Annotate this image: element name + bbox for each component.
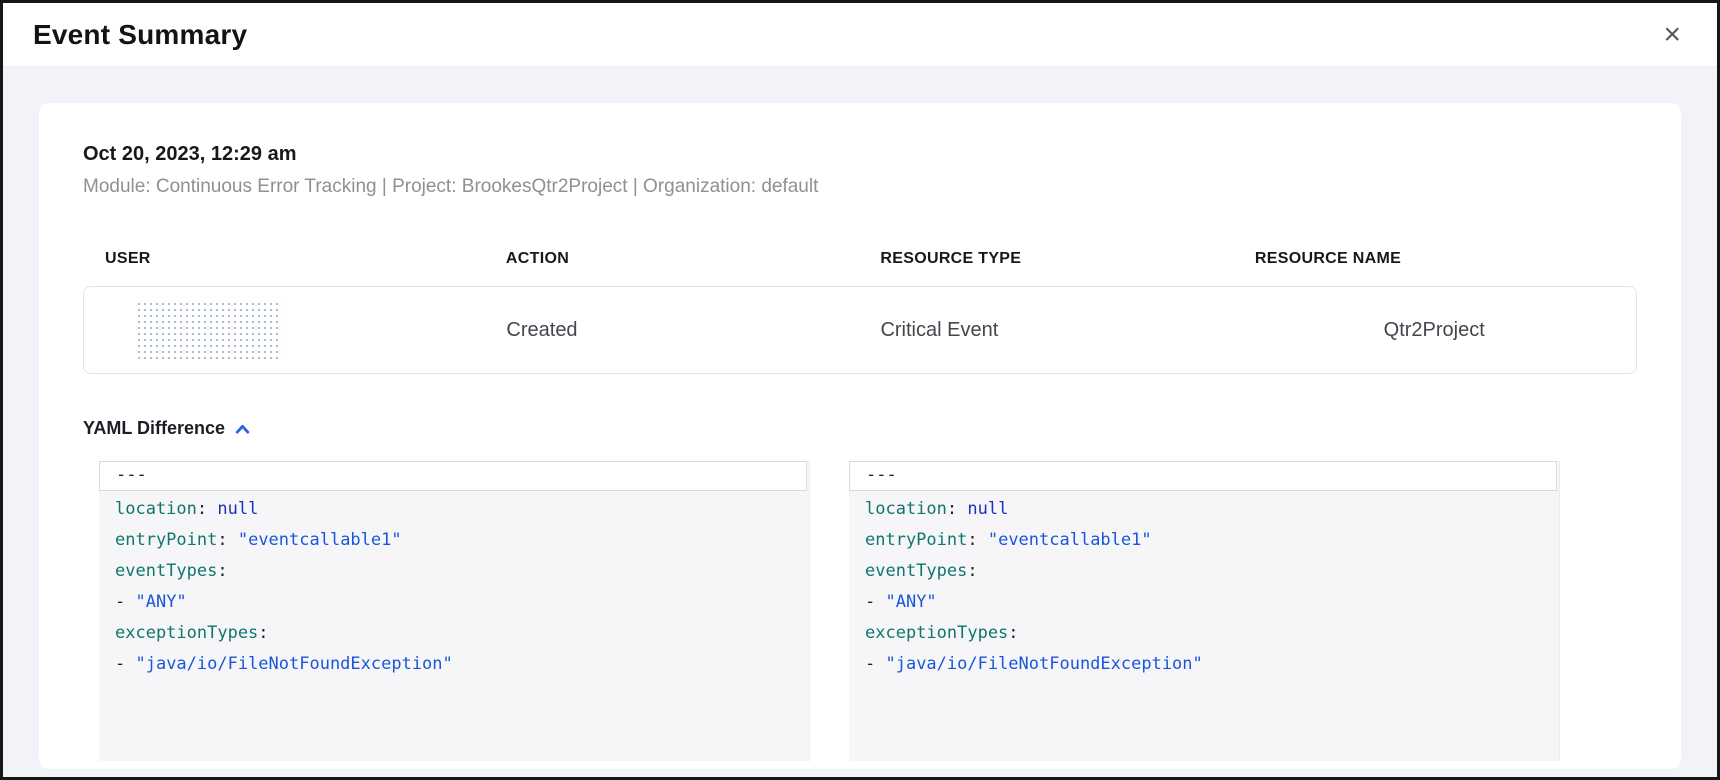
yaml-difference-label: YAML Difference: [83, 418, 225, 439]
modal-body: Oct 20, 2023, 12:29 am Module: Continuou…: [3, 67, 1717, 777]
column-header-action: ACTION: [484, 250, 859, 268]
vertical-scrollbar[interactable]: [1559, 461, 1581, 761]
vertical-scrollbar[interactable]: [809, 461, 831, 761]
cell-resource-name: Qtr2Project: [1232, 319, 1636, 342]
event-card: Oct 20, 2023, 12:29 am Module: Continuou…: [39, 103, 1681, 769]
page-title: Event Summary: [33, 19, 247, 51]
yaml-code-right: ---location: nullentryPoint: "eventcalla…: [849, 461, 1581, 680]
event-timestamp: Oct 20, 2023, 12:29 am: [83, 143, 1637, 166]
yaml-code-left: ---location: nullentryPoint: "eventcalla…: [99, 461, 831, 680]
column-header-user: USER: [83, 250, 484, 268]
cell-user: [84, 301, 484, 359]
cell-resource-type: Critical Event: [858, 319, 1232, 342]
yaml-difference-toggle[interactable]: YAML Difference: [83, 418, 251, 439]
chevron-up-icon[interactable]: [234, 421, 251, 438]
column-header-resource-name: RESOURCE NAME: [1233, 250, 1637, 268]
event-summary-modal: Event Summary × Oct 20, 2023, 12:29 am M…: [0, 0, 1720, 780]
table-header-row: USER ACTION RESOURCE TYPE RESOURCE NAME: [83, 250, 1637, 268]
cell-action: Created: [484, 319, 858, 342]
yaml-pane-left: ---location: nullentryPoint: "eventcalla…: [99, 461, 831, 761]
modal-header: Event Summary ×: [3, 3, 1717, 67]
table-row: Created Critical Event Qtr2Project: [83, 286, 1637, 374]
redacted-user-avatar: [136, 301, 282, 359]
event-meta: Module: Continuous Error Tracking | Proj…: [83, 176, 1637, 198]
column-header-resource-type: RESOURCE TYPE: [858, 250, 1233, 268]
close-icon[interactable]: ×: [1657, 18, 1687, 52]
yaml-diff-panes: ---location: nullentryPoint: "eventcalla…: [99, 461, 1581, 761]
yaml-pane-right: ---location: nullentryPoint: "eventcalla…: [849, 461, 1581, 761]
